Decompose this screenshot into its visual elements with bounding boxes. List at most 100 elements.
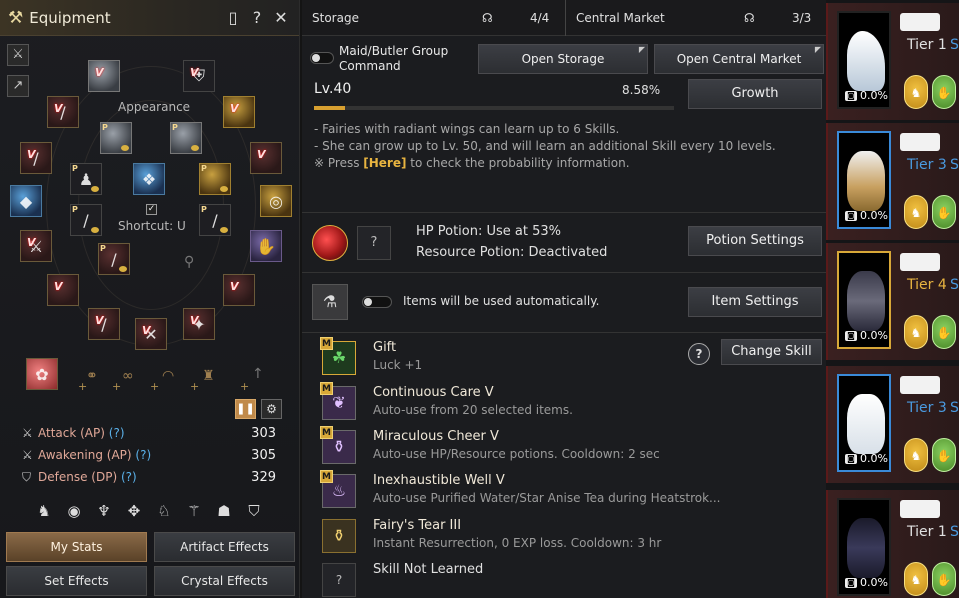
ring-slot-2[interactable]: V [223, 274, 255, 306]
storage-count: 4/4 [530, 11, 550, 25]
hunger-icon: ◙ [845, 210, 857, 221]
artifact-effects-button[interactable]: Artifact Effects [154, 532, 295, 562]
info-line: - Fairies with radiant wings can learn u… [314, 122, 620, 136]
open-storage-button[interactable]: Open Storage ◤ [478, 44, 648, 74]
costume-slot[interactable]: P [100, 122, 132, 154]
help-icon[interactable]: ? [247, 8, 267, 28]
crystal-effects-button[interactable]: Crystal Effects [154, 566, 295, 596]
skill-fairys-tear: ⚱ Fairy's Tear III Instant Resurrection,… [320, 515, 800, 557]
item-settings-button[interactable]: Item Settings [688, 287, 822, 317]
gear-icon[interactable]: ⚙ [261, 399, 282, 419]
maid-group-toggle[interactable] [310, 52, 334, 64]
pet-food-slot[interactable]: ✿ [26, 358, 58, 390]
artifact-slot[interactable]: ✦ V [183, 308, 215, 340]
horse-head-icon[interactable]: ♘ [153, 500, 175, 522]
set-effects-button[interactable]: Set Effects [6, 566, 147, 596]
equipment-title: Equipment [29, 8, 111, 27]
alchemy-stone-slot[interactable]: / V [88, 308, 120, 340]
pet-card[interactable]: ◙0.0% Tier 3 Sp ♞ ✋ [826, 366, 959, 483]
pet-skill-button[interactable]: ✋ [932, 315, 956, 349]
glove-slot[interactable]: ✋ [250, 230, 282, 262]
master-badge: M [320, 470, 333, 483]
hunger-value: 0.0% [860, 89, 888, 102]
open-market-label: Open Central Market [676, 52, 802, 66]
awakening-slot[interactable]: ⚔ V [20, 230, 52, 262]
scroll-slot[interactable]: P [199, 163, 231, 195]
skill-continuous-care: ❦ M Continuous Care V Auto-use from 20 s… [320, 382, 800, 424]
hp-potion-icon[interactable] [312, 225, 348, 261]
pet-special: Sp [950, 157, 959, 173]
mask-slot-icon[interactable]: ◠ [162, 368, 174, 384]
shortcut-checkbox[interactable]: ✓ [146, 204, 157, 215]
armor-slot[interactable]: ⛨ V [183, 60, 215, 92]
pet-card[interactable]: ◙ 0.0% Tier 1 S ♞ ✋ [826, 3, 959, 120]
ring-slot-1[interactable]: ◎ [260, 185, 292, 217]
weapon-costume-slot[interactable]: P / [70, 204, 102, 236]
document-icon[interactable]: ▯ [223, 8, 243, 28]
necklace-slot[interactable]: ◆ [10, 185, 42, 217]
master-badge: M [320, 337, 333, 350]
pet-feed-button[interactable]: ♞ [904, 562, 928, 596]
pet-skill-button[interactable]: ✋ [932, 562, 956, 596]
auto-use-toggle[interactable] [362, 296, 392, 308]
crystal-slot[interactable]: ❖ [133, 163, 165, 195]
open-central-market-button[interactable]: Open Central Market ◤ [654, 44, 824, 74]
pet-feed-button[interactable]: ♞ [904, 438, 928, 472]
cloak-slot-icon[interactable]: ♜ [202, 368, 215, 384]
pet-tier: Tier 3 [907, 157, 947, 173]
awakening-costume-slot[interactable]: P / [98, 243, 130, 275]
pet-skill-button[interactable]: ✋ [932, 438, 956, 472]
sword-icon: ⚔ [22, 426, 33, 440]
paw-icon[interactable]: ✥ [123, 500, 145, 522]
pet-skill-button[interactable]: ✋ [932, 195, 956, 229]
costume-accessory-slot[interactable]: P [170, 122, 202, 154]
subweapon-slot[interactable]: / V [20, 142, 52, 174]
my-stats-button[interactable]: My Stats [6, 532, 147, 562]
hunger-value: 0.0% [860, 209, 888, 222]
stat-value: 303 [251, 425, 276, 441]
helmet-slot[interactable]: V [88, 60, 120, 92]
subweapon-costume-slot[interactable]: P / [199, 204, 231, 236]
pet-feed-button[interactable]: ♞ [904, 315, 928, 349]
glasses-slot-icon[interactable]: ∞ [122, 368, 134, 384]
shoes-slot[interactable]: V [47, 274, 79, 306]
maid-icon: ☊ [744, 11, 755, 25]
potion-status: HP Potion: Use at 53% Resource Potion: D… [416, 221, 607, 263]
plus-icon: + [190, 380, 200, 393]
pet-appearance-button[interactable]: ❚❚ [235, 399, 256, 419]
resource-potion-slot[interactable]: ? [357, 226, 391, 260]
here-link[interactable]: [Here] [363, 156, 406, 170]
fairy-info: - Fairies with radiant wings can learn u… [314, 121, 776, 172]
open-storage-label: Open Storage [521, 52, 605, 66]
underwear-slot-icon[interactable]: ⚲ [184, 254, 194, 270]
running-icon[interactable]: ⚚ [183, 500, 205, 522]
lantern-slot-icon[interactable]: ↑ [252, 366, 264, 382]
potion-settings-button[interactable]: Potion Settings [688, 226, 822, 256]
weapon-slot[interactable]: / V [47, 96, 79, 128]
shield-small-icon[interactable]: ⛉ [243, 500, 265, 522]
stat-help-link[interactable]: (?) [121, 470, 137, 484]
horse-icon[interactable]: ♞ [33, 500, 55, 522]
pet-portrait: ◙ 0.0% [837, 374, 891, 472]
hair-slot[interactable]: P ♟ [70, 163, 102, 195]
demon-icon[interactable]: ♆ [93, 500, 115, 522]
earring-slot[interactable]: V [250, 142, 282, 174]
shortcut-label: Shortcut: U [118, 219, 186, 233]
pet-card[interactable]: ◙ 0.0% Tier 1 S ♞ ✋ [826, 490, 959, 598]
growth-button[interactable]: Growth [688, 79, 822, 109]
instrument-slot-icon[interactable]: ⚭ [86, 368, 98, 384]
pet-feed-button[interactable]: ♞ [904, 195, 928, 229]
pet-card[interactable]: ◙0.0% Tier 3 Sp ♞ ✋ [826, 123, 959, 240]
pet-skill-button[interactable]: ✋ [932, 75, 956, 109]
auto-use-label: Items will be used automatically. [403, 294, 600, 308]
close-icon[interactable]: ✕ [271, 8, 291, 28]
person-icon[interactable]: ☗ [213, 500, 235, 522]
lightstone-slot[interactable]: ✕ V [135, 318, 167, 350]
stat-help-link[interactable]: (?) [135, 448, 151, 462]
pet-feed-button[interactable]: ♞ [904, 75, 928, 109]
pet-card[interactable]: ◙ 0.0% Tier 4 S ♞ ✋ [826, 243, 959, 360]
mask-icon[interactable]: ◉ [63, 500, 85, 522]
stat-help-link[interactable]: (?) [109, 426, 125, 440]
skill-name: Gift [373, 340, 397, 355]
belt-slot[interactable]: V [223, 96, 255, 128]
